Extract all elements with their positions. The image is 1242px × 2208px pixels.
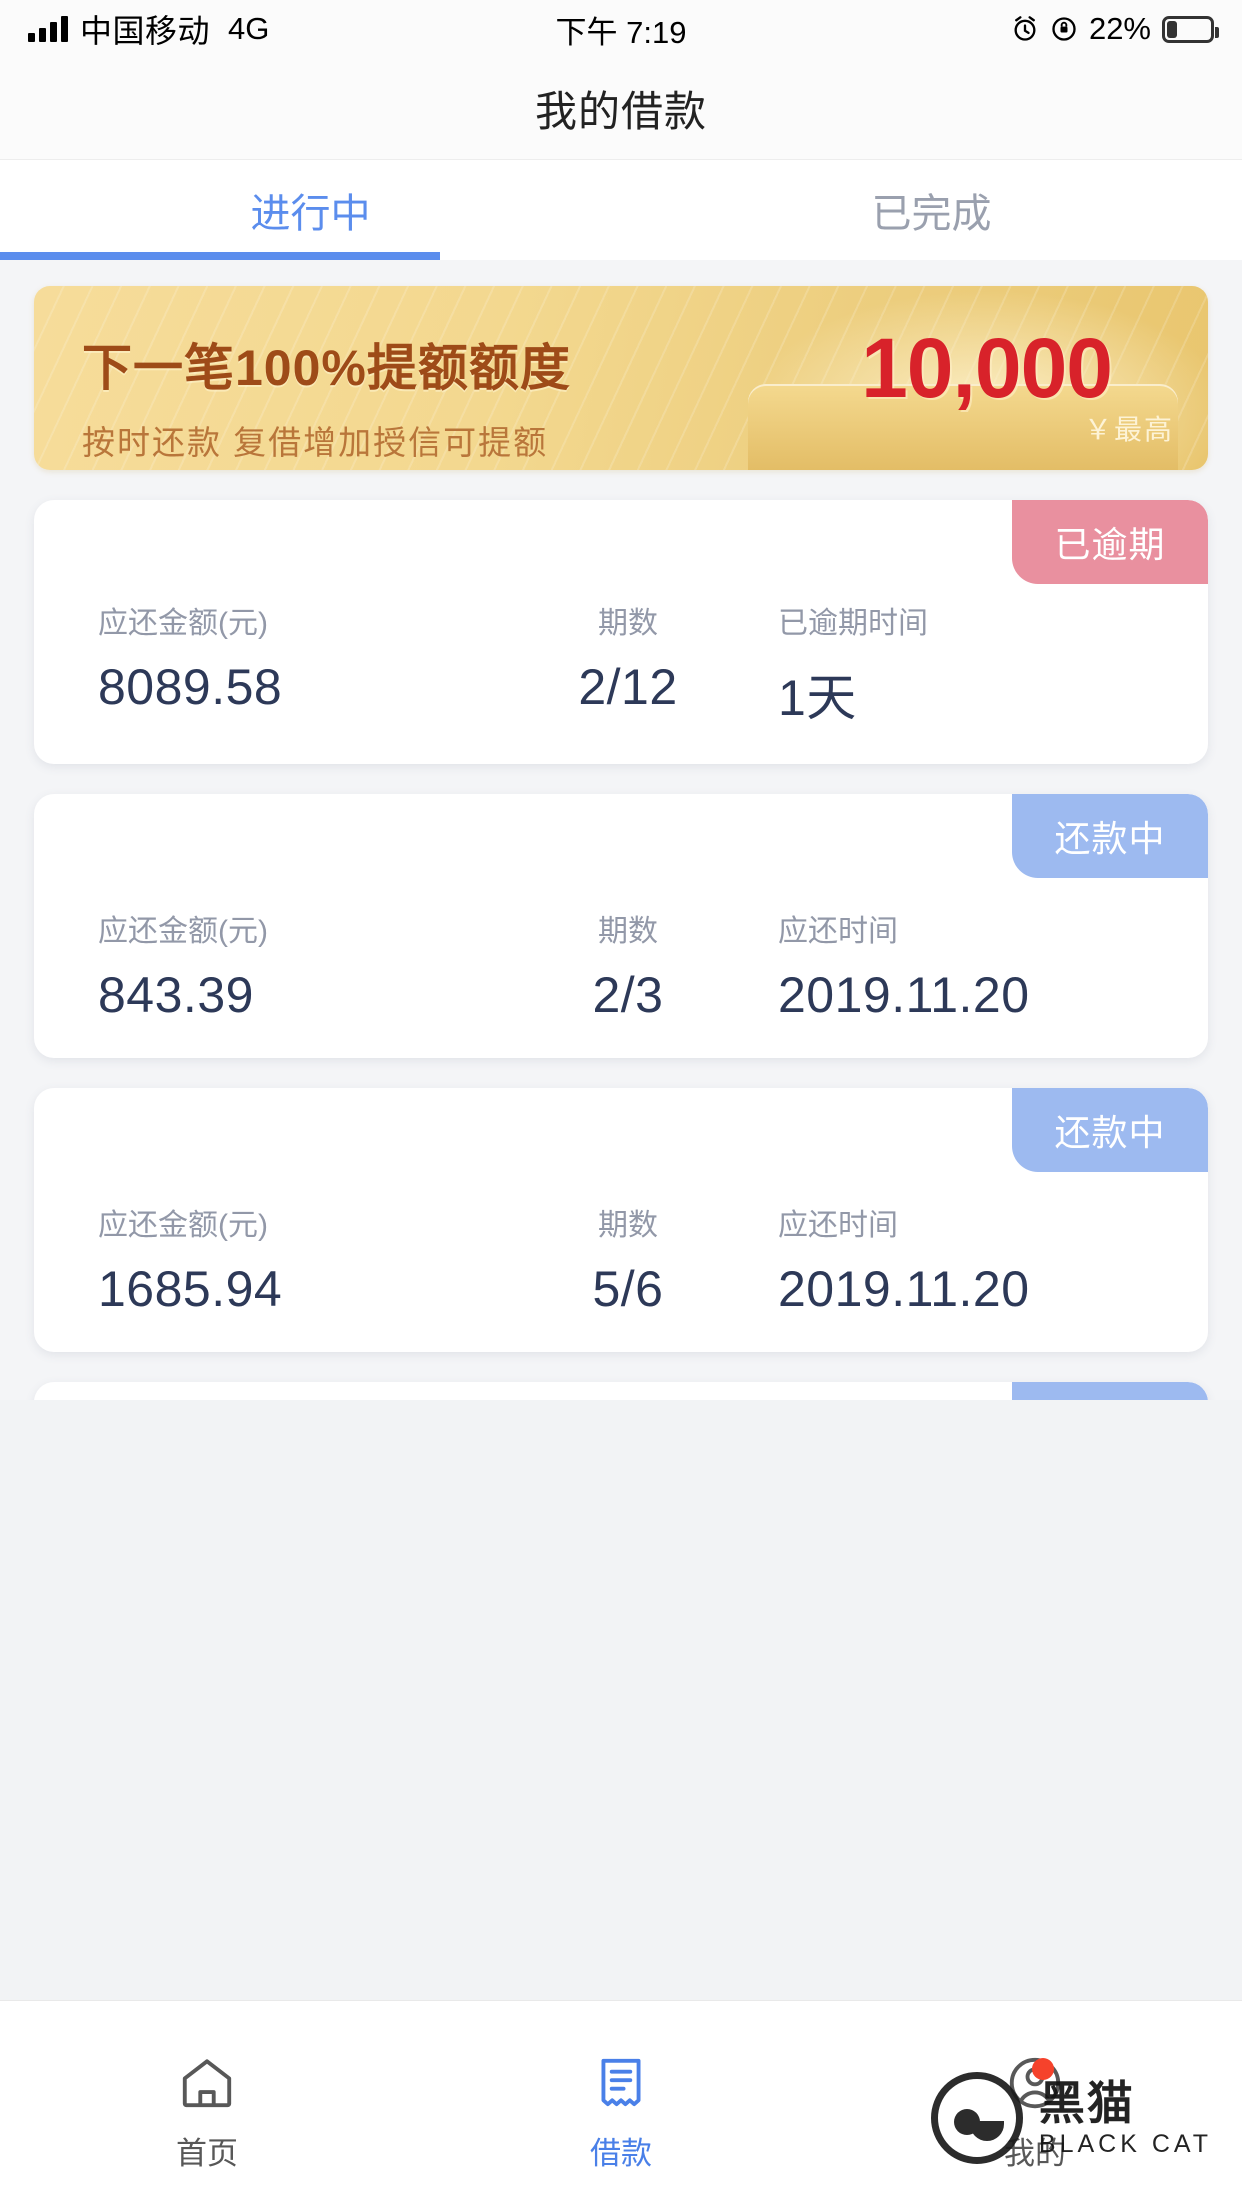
loan-third-label: 应还时间 [778,915,898,948]
loan-periods-label: 期数 [598,915,658,948]
loan-periods-value: 2/3 [592,967,664,1023]
loan-third-label: 应还时间 [778,1209,898,1242]
tab-in-progress[interactable]: 进行中 [0,160,621,260]
loan-third-value: 1天 [778,670,857,726]
tab-completed-label: 已完成 [871,192,992,236]
loan-third-column: 已逾期时间 1天 [778,598,1148,730]
tab-active-indicator [0,252,440,260]
loan-card[interactable]: 还款中 [34,1382,1208,1400]
loan-amount-label: 应还金额(元) [98,915,268,948]
banner-max-label: ￥最高 [1083,414,1174,445]
watermark-text: 黑猫 BLACK CAT [1039,2080,1212,2157]
loan-card[interactable]: 还款中 应还金额(元) 843.39 期数 2/3 应还时间 2019.11.2… [34,794,1208,1058]
loan-third-column: 应还时间 2019.11.20 [778,1200,1148,1318]
document-icon [590,2052,652,2114]
loan-amount-label: 应还金额(元) [98,607,268,640]
loan-amount-label: 应还金额(元) [98,1209,268,1242]
bottom-nav-home-label: 首页 [176,2136,238,2171]
loan-amount-value: 1685.94 [98,1261,283,1317]
loan-list-scroll[interactable]: 下一笔100%提额额度 按时还款 复借增加授信可提额 10,000 ￥最高 已逾… [0,260,1242,1400]
battery-icon [1162,15,1219,43]
loan-card-row: 应还金额(元) 1685.94 期数 5/6 应还时间 2019.11.20 [34,1200,1208,1318]
loan-amount-column: 应还金额(元) 1685.94 [98,1200,478,1318]
banner-subline: 按时还款 复借增加授信可提额 [82,424,549,461]
status-badge: 已逾期 [1012,500,1208,584]
loan-amount-column: 应还金额(元) 843.39 [98,906,478,1024]
status-badge: 还款中 [1012,1088,1208,1172]
loan-periods-value: 5/6 [592,1261,664,1317]
status-bar-left: 中国移动 4G [28,6,269,52]
bottom-nav: 首页 借款 我的 黑猫 BLACK CAT [0,2000,1242,2208]
watermark: 黑猫 BLACK CAT [930,2072,1212,2164]
loan-periods-value: 2/12 [578,659,678,715]
watermark-cn: 黑猫 [1038,2076,1135,2129]
loan-card-row: 应还金额(元) 8089.58 期数 2/12 已逾期时间 1天 [34,598,1208,730]
app-screen: 中国移动 4G 下午 7:19 22% 我的借款 进行中 已完成 下一笔100%… [0,0,1242,2208]
watermark-en: BLACK CAT [1038,2129,1212,2158]
network-type: 4G [228,11,270,46]
bottom-nav-item-home[interactable]: 首页 [0,2001,414,2208]
loan-periods-column: 期数 2/12 [478,598,778,730]
loan-card[interactable]: 已逾期 应还金额(元) 8089.58 期数 2/12 已逾期时间 1天 [34,500,1208,764]
carrier-name: 中国移动 [80,13,211,49]
status-bar: 中国移动 4G 下午 7:19 22% [0,0,1242,58]
page-header: 我的借款 [0,58,1242,160]
loan-third-label: 已逾期时间 [778,607,928,640]
loan-periods-label: 期数 [598,607,658,640]
promo-banner[interactable]: 下一笔100%提额额度 按时还款 复借增加授信可提额 10,000 ￥最高 [34,286,1208,470]
status-bar-right: 22% [1011,11,1219,47]
status-badge: 还款中 [1012,1382,1208,1400]
bottom-nav-item-loan[interactable]: 借款 [414,2001,828,2208]
loan-third-column: 应还时间 2019.11.20 [778,906,1148,1024]
loan-third-value: 2019.11.20 [778,1261,1030,1317]
page-title: 我的借款 [534,88,707,135]
signal-bars-icon [28,16,68,42]
alarm-clock-icon [1011,15,1039,43]
loan-card[interactable]: 还款中 应还金额(元) 1685.94 期数 5/6 应还时间 2019.11.… [34,1088,1208,1352]
banner-text-block: 下一笔100%提额额度 按时还款 复借增加授信可提额 [82,328,571,464]
status-badge: 还款中 [1012,794,1208,878]
loan-amount-value: 8089.58 [98,659,283,715]
loan-periods-column: 期数 2/3 [478,906,778,1024]
loan-third-value: 2019.11.20 [778,967,1030,1023]
loan-amount-value: 843.39 [98,967,254,1023]
loan-periods-label: 期数 [598,1209,658,1242]
banner-amount: 10,000 [861,321,1113,415]
rotation-lock-icon [1050,15,1078,43]
home-icon [176,2052,238,2114]
banner-headline: 下一笔100%提额额度 [82,340,571,396]
tab-in-progress-label: 进行中 [250,192,371,236]
loan-periods-column: 期数 5/6 [478,1200,778,1318]
bottom-nav-loan-label: 借款 [590,2136,652,2171]
loan-card-row: 应还金额(元) 843.39 期数 2/3 应还时间 2019.11.20 [34,906,1208,1024]
segment-tabs: 进行中 已完成 [0,160,1242,260]
loan-amount-column: 应还金额(元) 8089.58 [98,598,478,730]
battery-percent: 22% [1088,11,1151,46]
black-cat-logo-icon [930,2072,1023,2164]
tab-completed[interactable]: 已完成 [621,160,1242,260]
